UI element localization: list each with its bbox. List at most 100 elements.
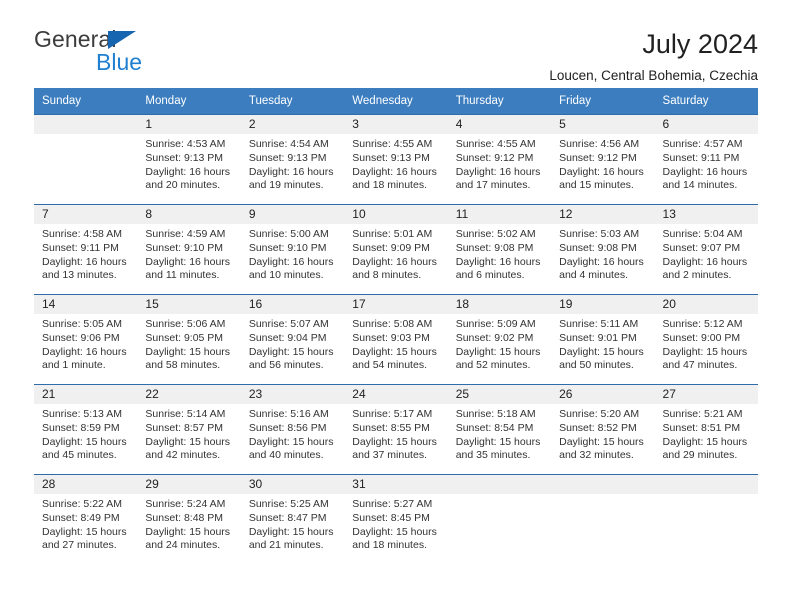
day-sun-info: Sunrise: 5:22 AM Sunset: 8:49 PM Dayligh… [42, 498, 127, 552]
day-sun-info: Sunrise: 5:01 AM Sunset: 9:09 PM Dayligh… [352, 228, 437, 282]
calendar-day-cell[interactable]: 3 Sunrise: 4:55 AM Sunset: 9:13 PM Dayli… [344, 115, 448, 205]
calendar-week-row: 14 Sunrise: 5:05 AM Sunset: 9:06 PM Dayl… [34, 294, 758, 385]
day-sun-info: Sunrise: 5:25 AM Sunset: 8:47 PM Dayligh… [248, 498, 334, 552]
day-number [447, 475, 552, 495]
day-number: 29 [137, 475, 241, 495]
day-sun-info: Sunrise: 5:17 AM Sunset: 8:55 PM Dayligh… [352, 408, 437, 462]
day-sun-info: Sunrise: 5:08 AM Sunset: 9:03 PM Dayligh… [352, 318, 437, 372]
calendar-week-row: 28 Sunrise: 5:22 AM Sunset: 8:49 PM Dayl… [34, 474, 758, 565]
day-number: 4 [447, 115, 552, 135]
day-sun-info: Sunrise: 5:04 AM Sunset: 9:07 PM Dayligh… [662, 228, 748, 282]
calendar-day-cell[interactable]: 11 Sunrise: 5:02 AM Sunset: 9:08 PM Dayl… [447, 205, 552, 295]
day-number: 8 [137, 205, 241, 225]
logo-text-blue: Blue [96, 49, 143, 75]
calendar-day-cell[interactable]: 29 Sunrise: 5:24 AM Sunset: 8:48 PM Dayl… [137, 475, 241, 565]
weekday-header-tuesday: Tuesday [248, 95, 293, 107]
day-sun-info: Sunrise: 5:27 AM Sunset: 8:45 PM Dayligh… [352, 498, 437, 552]
calendar-day-cell[interactable]: 28 Sunrise: 5:22 AM Sunset: 8:49 PM Dayl… [34, 475, 138, 565]
day-number: 23 [240, 385, 345, 405]
calendar-day-cell[interactable]: 26 Sunrise: 5:20 AM Sunset: 8:52 PM Dayl… [551, 385, 655, 475]
day-sun-info [655, 494, 758, 498]
day-number: 18 [447, 295, 552, 315]
day-sun-info: Sunrise: 5:05 AM Sunset: 9:06 PM Dayligh… [42, 318, 127, 372]
day-sun-info: Sunrise: 5:12 AM Sunset: 9:00 PM Dayligh… [662, 318, 748, 372]
calendar-week-row: 7 Sunrise: 4:58 AM Sunset: 9:11 PM Dayli… [34, 204, 758, 295]
calendar-day-cell[interactable]: 24 Sunrise: 5:17 AM Sunset: 8:55 PM Dayl… [344, 385, 448, 475]
calendar-day-cell[interactable] [654, 475, 758, 565]
day-number: 15 [137, 295, 241, 315]
calendar-day-cell[interactable]: 22 Sunrise: 5:14 AM Sunset: 8:57 PM Dayl… [137, 385, 241, 475]
weekday-header-thursday: Thursday [455, 95, 504, 107]
calendar-day-cell[interactable]: 30 Sunrise: 5:25 AM Sunset: 8:47 PM Dayl… [240, 475, 345, 565]
calendar-day-cell[interactable]: 20 Sunrise: 5:12 AM Sunset: 9:00 PM Dayl… [654, 295, 758, 385]
calendar-day-cell[interactable]: 6 Sunrise: 4:57 AM Sunset: 9:11 PM Dayli… [654, 115, 758, 205]
calendar-day-cell[interactable]: 10 Sunrise: 5:01 AM Sunset: 9:09 PM Dayl… [344, 205, 448, 295]
day-number: 5 [551, 115, 655, 135]
day-number: 9 [240, 205, 345, 225]
day-sun-info: Sunrise: 4:58 AM Sunset: 9:11 PM Dayligh… [42, 228, 127, 282]
day-sun-info: Sunrise: 5:16 AM Sunset: 8:56 PM Dayligh… [248, 408, 334, 462]
calendar-day-cell[interactable]: 4 Sunrise: 4:55 AM Sunset: 9:12 PM Dayli… [447, 115, 552, 205]
day-number [654, 475, 758, 495]
day-sun-info [34, 134, 137, 138]
day-number: 11 [447, 205, 552, 225]
weekday-header-saturday: Saturday [662, 95, 709, 107]
day-number [34, 115, 138, 135]
calendar-day-cell[interactable]: 25 Sunrise: 5:18 AM Sunset: 8:54 PM Dayl… [447, 385, 552, 475]
calendar-day-cell[interactable] [551, 475, 655, 565]
calendar-day-cell[interactable]: 31 Sunrise: 5:27 AM Sunset: 8:45 PM Dayl… [344, 475, 448, 565]
day-number: 7 [34, 205, 138, 225]
calendar-day-cell[interactable]: 5 Sunrise: 4:56 AM Sunset: 9:12 PM Dayli… [551, 115, 655, 205]
calendar-day-cell[interactable] [34, 115, 138, 205]
calendar-day-cell[interactable]: 9 Sunrise: 5:00 AM Sunset: 9:10 PM Dayli… [240, 205, 345, 295]
calendar-day-cell[interactable]: 16 Sunrise: 5:07 AM Sunset: 9:04 PM Dayl… [240, 295, 345, 385]
day-sun-info: Sunrise: 5:14 AM Sunset: 8:57 PM Dayligh… [145, 408, 231, 462]
day-number: 27 [654, 385, 758, 405]
day-number: 24 [344, 385, 448, 405]
day-sun-info: Sunrise: 5:00 AM Sunset: 9:10 PM Dayligh… [248, 228, 334, 282]
day-number: 3 [344, 115, 448, 135]
page-title: July 2024 [642, 29, 758, 59]
day-sun-info: Sunrise: 4:59 AM Sunset: 9:10 PM Dayligh… [145, 228, 231, 282]
day-sun-info: Sunrise: 5:06 AM Sunset: 9:05 PM Dayligh… [145, 318, 231, 372]
calendar-day-cell[interactable]: 19 Sunrise: 5:11 AM Sunset: 9:01 PM Dayl… [551, 295, 655, 385]
day-sun-info: Sunrise: 4:54 AM Sunset: 9:13 PM Dayligh… [248, 138, 334, 192]
calendar-day-cell[interactable]: 7 Sunrise: 4:58 AM Sunset: 9:11 PM Dayli… [34, 205, 138, 295]
day-number: 19 [551, 295, 655, 315]
weekday-header-wednesday: Wednesday [352, 95, 413, 107]
calendar-day-cell[interactable]: 8 Sunrise: 4:59 AM Sunset: 9:10 PM Dayli… [137, 205, 241, 295]
calendar-day-cell[interactable]: 12 Sunrise: 5:03 AM Sunset: 9:08 PM Dayl… [551, 205, 655, 295]
weekday-header-sunday: Sunday [42, 95, 82, 107]
day-sun-info: Sunrise: 5:02 AM Sunset: 9:08 PM Dayligh… [455, 228, 541, 282]
day-sun-info: Sunrise: 5:09 AM Sunset: 9:02 PM Dayligh… [455, 318, 541, 372]
day-sun-info: Sunrise: 5:18 AM Sunset: 8:54 PM Dayligh… [455, 408, 541, 462]
day-number [551, 475, 655, 495]
day-number: 21 [34, 385, 138, 405]
calendar-day-cell[interactable] [447, 475, 552, 565]
calendar-day-cell[interactable]: 15 Sunrise: 5:06 AM Sunset: 9:05 PM Dayl… [137, 295, 241, 385]
calendar-day-cell[interactable]: 18 Sunrise: 5:09 AM Sunset: 9:02 PM Dayl… [447, 295, 552, 385]
weekday-header-friday: Friday [559, 95, 592, 107]
calendar-day-cell[interactable]: 17 Sunrise: 5:08 AM Sunset: 9:03 PM Dayl… [344, 295, 448, 385]
day-sun-info: Sunrise: 5:07 AM Sunset: 9:04 PM Dayligh… [248, 318, 334, 372]
calendar-week-row: 21 Sunrise: 5:13 AM Sunset: 8:59 PM Dayl… [34, 384, 758, 475]
day-number: 12 [551, 205, 655, 225]
calendar-day-cell[interactable]: 23 Sunrise: 5:16 AM Sunset: 8:56 PM Dayl… [240, 385, 345, 475]
calendar-day-cell[interactable]: 27 Sunrise: 5:21 AM Sunset: 8:51 PM Dayl… [654, 385, 758, 475]
day-number: 20 [654, 295, 758, 315]
day-sun-info: Sunrise: 5:24 AM Sunset: 8:48 PM Dayligh… [145, 498, 231, 552]
calendar-day-cell[interactable]: 13 Sunrise: 5:04 AM Sunset: 9:07 PM Dayl… [654, 205, 758, 295]
calendar-day-cell[interactable]: 2 Sunrise: 4:54 AM Sunset: 9:13 PM Dayli… [240, 115, 345, 205]
day-number: 16 [240, 295, 345, 315]
calendar-day-cell[interactable]: 21 Sunrise: 5:13 AM Sunset: 8:59 PM Dayl… [34, 385, 138, 475]
calendar-day-cell[interactable]: 1 Sunrise: 4:53 AM Sunset: 9:13 PM Dayli… [137, 115, 241, 205]
day-number: 13 [654, 205, 758, 225]
day-sun-info: Sunrise: 4:53 AM Sunset: 9:13 PM Dayligh… [145, 138, 231, 192]
day-number: 22 [137, 385, 241, 405]
calendar-day-cell[interactable]: 14 Sunrise: 5:05 AM Sunset: 9:06 PM Dayl… [34, 295, 138, 385]
day-sun-info [448, 494, 551, 498]
day-sun-info: Sunrise: 4:55 AM Sunset: 9:13 PM Dayligh… [352, 138, 437, 192]
weekday-header-row: Sunday Monday Tuesday Wednesday Thursday… [34, 88, 758, 115]
day-number: 17 [344, 295, 448, 315]
day-number: 1 [137, 115, 241, 135]
